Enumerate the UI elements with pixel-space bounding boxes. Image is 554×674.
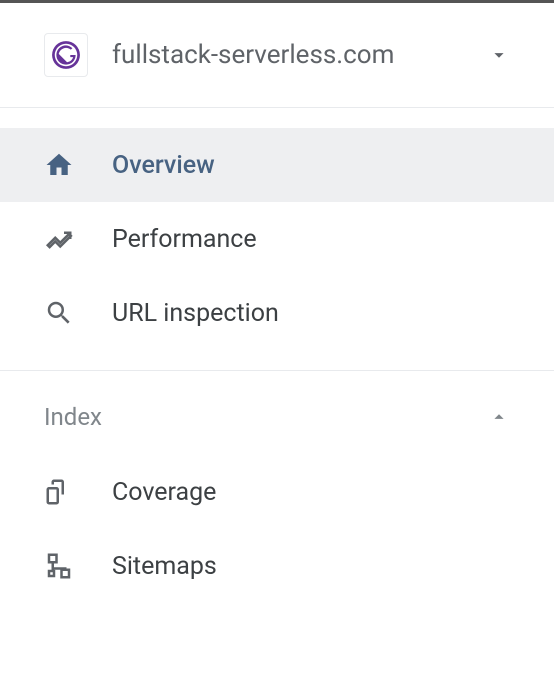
section-index: Index Coverage Sitemaps bbox=[0, 371, 554, 603]
sidebar: fullstack-serverless.com Overview Perfor… bbox=[0, 0, 554, 603]
chevron-down-icon bbox=[488, 44, 510, 66]
property-name: fullstack-serverless.com bbox=[112, 40, 488, 70]
nav-label: URL inspection bbox=[112, 299, 279, 328]
gatsby-icon bbox=[51, 40, 81, 70]
nav-item-overview[interactable]: Overview bbox=[0, 128, 554, 202]
section-header-index[interactable]: Index bbox=[0, 371, 554, 455]
property-icon bbox=[44, 33, 88, 77]
nav-item-sitemaps[interactable]: Sitemaps bbox=[0, 529, 554, 603]
nav-label: Sitemaps bbox=[112, 552, 217, 581]
sitemap-icon bbox=[44, 551, 74, 581]
search-icon bbox=[44, 298, 74, 328]
coverage-icon bbox=[44, 477, 74, 507]
nav-label: Performance bbox=[112, 225, 257, 254]
nav-item-coverage[interactable]: Coverage bbox=[0, 455, 554, 529]
home-icon bbox=[44, 150, 74, 180]
nav-item-url-inspection[interactable]: URL inspection bbox=[0, 276, 554, 350]
trending-icon bbox=[44, 224, 74, 254]
chevron-up-icon bbox=[488, 406, 510, 428]
nav-label: Coverage bbox=[112, 478, 216, 507]
property-selector[interactable]: fullstack-serverless.com bbox=[0, 3, 554, 108]
nav-primary: Overview Performance URL inspection bbox=[0, 108, 554, 371]
section-title: Index bbox=[44, 403, 488, 431]
nav-label: Overview bbox=[112, 151, 215, 180]
nav-item-performance[interactable]: Performance bbox=[0, 202, 554, 276]
